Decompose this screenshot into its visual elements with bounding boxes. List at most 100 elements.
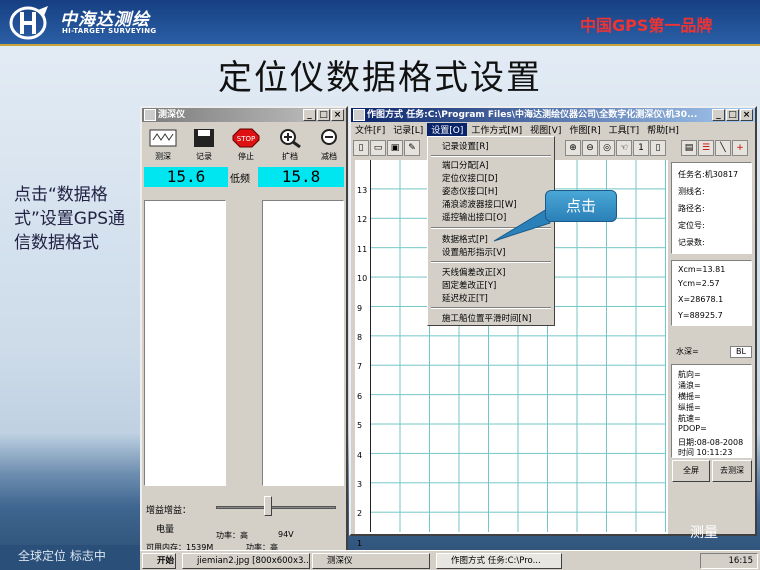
menu-item-ship-shape[interactable]: 设置船形指示[V] <box>442 246 505 258</box>
list-icon[interactable]: ☰ <box>698 140 714 156</box>
tool-label: 测深 <box>155 152 171 161</box>
sounder-titlebar[interactable]: 测深仪 _ □ × <box>142 108 346 122</box>
y-tick-label: 10 <box>357 274 368 284</box>
menu-settings[interactable]: 设置[O] <box>427 122 468 136</box>
gain-slider-thumb[interactable] <box>264 496 272 516</box>
y-tick-label: 7 <box>357 362 363 372</box>
reduce-range-button[interactable]: 减档 <box>314 126 344 160</box>
menu-item-positioner-port[interactable]: 定位仪接口[D] <box>442 172 498 184</box>
close-button[interactable]: × <box>740 109 753 121</box>
new-file-icon[interactable]: ▯ <box>353 140 369 156</box>
frequency-label: 低频 <box>230 174 250 185</box>
pdop-value: PDOP= <box>678 424 707 433</box>
zoom-out-icon[interactable]: ⊖ <box>582 140 598 156</box>
menu-file[interactable]: 文件[F] <box>351 123 389 136</box>
menu-workmode[interactable]: 工作方式[M] <box>467 123 526 136</box>
task-jiemian[interactable]: jiemian2.jpg [800x600x3... <box>182 553 310 569</box>
record-count: 记录数: <box>678 238 705 247</box>
record-tool-button[interactable]: 记录 <box>186 126 222 161</box>
footer-strip: 全球定位 标志中 <box>0 545 140 570</box>
actual-size-icon[interactable]: 1 <box>633 140 649 156</box>
slide-title: 定位仪数据格式设置 <box>218 58 542 98</box>
pan-icon[interactable]: ☜ <box>616 140 632 156</box>
xcm-value: Xcm=13.81 <box>678 265 726 274</box>
draw-toolbar: ▤ ☰ ╲ + <box>681 140 748 158</box>
power-value: 功率：高 <box>216 531 248 540</box>
svg-text:STOP: STOP <box>237 135 255 143</box>
menu-item-fixed-offset[interactable]: 固定差改正[Y] <box>442 279 496 291</box>
coord-box: Xcm=13.81 Ycm=2.57 X=28678.1 Y=88925.7 <box>671 260 752 326</box>
pitch-value: 纵摇= <box>678 403 701 412</box>
menu-separator <box>431 261 551 263</box>
page-icon[interactable]: ▯ <box>650 140 666 156</box>
instruction-text: 点击“数据格式”设置GPS通信数据格式 <box>14 185 126 253</box>
watermark: 测量 <box>690 525 718 541</box>
menu-item-latency[interactable]: 延迟校正[T] <box>442 292 488 304</box>
menu-tools[interactable]: 工具[T] <box>605 123 644 136</box>
zoom-in-icon[interactable]: ⊕ <box>565 140 581 156</box>
stop-sign-icon: STOP <box>232 128 260 148</box>
menu-view[interactable]: 视图[V] <box>526 123 565 136</box>
edit-icon[interactable]: ✎ <box>404 140 420 156</box>
crosshair-icon[interactable]: + <box>732 140 748 156</box>
menu-item-attitude-port[interactable]: 姿态仪接口[H] <box>442 185 498 197</box>
remove-sounding-button[interactable]: 去测深 <box>712 460 752 482</box>
app-icon <box>144 109 156 121</box>
voltage-value: 94V <box>278 530 294 539</box>
maximize-button[interactable]: □ <box>726 109 739 121</box>
table-icon[interactable]: ▤ <box>681 140 697 156</box>
depth-tool-button[interactable]: 测深 <box>145 126 181 161</box>
system-clock: 16:15 <box>700 553 758 569</box>
heading-value: 航向= <box>678 370 701 379</box>
menu-item-smoothing[interactable]: 施工船位置平滑时间[N] <box>442 312 532 324</box>
echogram-right <box>262 200 344 486</box>
gain-slider-track[interactable] <box>216 506 336 509</box>
line-tool-icon[interactable]: ╲ <box>715 140 731 156</box>
task-sounder[interactable]: 测深仪 <box>312 553 430 569</box>
line-name: 测线名: <box>678 187 705 196</box>
task-name: 任务名:机30817 <box>678 170 739 179</box>
minimize-button[interactable]: _ <box>303 109 316 121</box>
y-tick-label: 1 <box>357 538 363 548</box>
fullscreen-button[interactable]: 全屏 <box>672 460 710 482</box>
power-label: 电量 <box>156 525 175 535</box>
zoom-fit-icon[interactable]: ◎ <box>599 140 615 156</box>
menu-help[interactable]: 帮助[H] <box>643 123 683 136</box>
menu-item-data-format[interactable]: 数据格式[P] <box>442 233 488 245</box>
menu-separator <box>431 155 551 157</box>
y-tick-label: 6 <box>357 391 363 401</box>
zoom-in-icon <box>280 129 301 149</box>
stop-tool-button[interactable]: STOP 停止 <box>228 126 264 161</box>
open-folder-icon[interactable]: ▭ <box>370 140 386 156</box>
menu-item-antenna-offset[interactable]: 天线偏差改正[X] <box>442 266 505 278</box>
menu-item-record-settings[interactable]: 记录设置[R] <box>442 140 489 152</box>
tool-label: 扩档 <box>282 152 298 161</box>
menu-plot[interactable]: 作图[R] <box>565 123 604 136</box>
maximize-button[interactable]: □ <box>317 109 330 121</box>
minimize-button[interactable]: _ <box>712 109 725 121</box>
task-plot[interactable]: 作图方式 任务:C:\Pro... <box>436 553 562 569</box>
y-tick-label: 4 <box>357 450 363 460</box>
info-panel: 任务名:机30817 测线名: 路径名: 定位号: 记录数: Xcm=13.81… <box>670 160 753 534</box>
gain-label: 增益增益： <box>146 506 192 516</box>
close-button[interactable]: × <box>331 109 344 121</box>
expand-range-button[interactable]: 扩档 <box>272 126 308 161</box>
callout-pointer <box>493 208 551 242</box>
y-value: Y=88925.7 <box>678 311 723 320</box>
plot-title: 作图方式 任务:C:\Program Files\中海达测绘仪器公司\全数字化测… <box>367 110 698 120</box>
y-tick-label: 13 <box>357 186 368 195</box>
menu-record[interactable]: 记录[L] <box>389 123 427 136</box>
plot-titlebar[interactable]: 作图方式 任务:C:\Program Files\中海达测绘仪器公司\全数字化测… <box>351 108 755 122</box>
fix-number: 定位号: <box>678 221 705 230</box>
task-info-box: 任务名:机30817 测线名: 路径名: 定位号: 记录数: <box>671 162 752 254</box>
time-value: 时间 10:11:23 <box>678 448 733 457</box>
sounder-title: 测深仪 <box>158 110 186 120</box>
y-tick-label: 12 <box>357 215 368 225</box>
start-button[interactable]: 开始 <box>142 553 176 569</box>
plot-axis <box>370 160 371 532</box>
company-logo-icon <box>9 6 48 40</box>
sounder-window: 测深仪 _ □ × 测深 记录 STOP 停止 扩档 减档 15.6 低频 15… <box>140 106 348 566</box>
route-name: 路径名: <box>678 204 705 213</box>
save-icon[interactable]: ▣ <box>387 140 403 156</box>
menu-item-port-assign[interactable]: 端口分配[A] <box>442 159 488 171</box>
